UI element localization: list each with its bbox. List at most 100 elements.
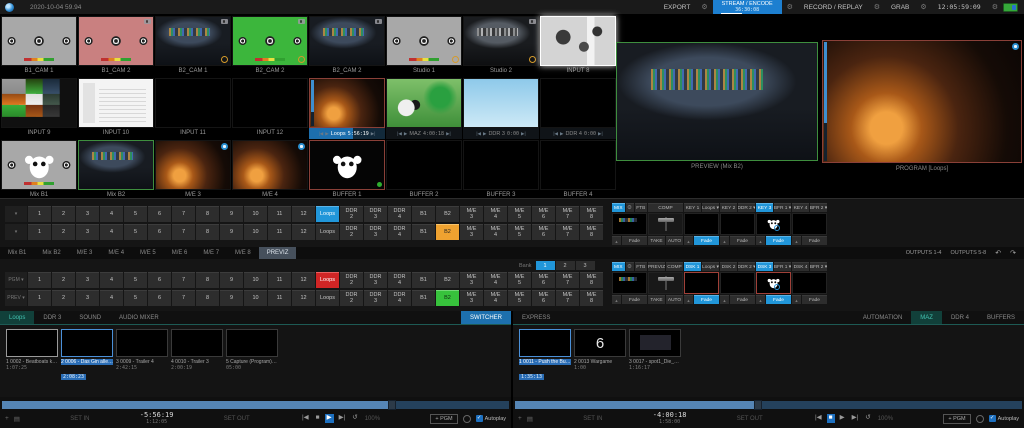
delegate-icon[interactable]: ▲	[792, 236, 801, 245]
speed-control[interactable]: 100%	[365, 416, 380, 422]
tab-m-e-6[interactable]: M/E 6	[164, 247, 196, 259]
source-button-b2[interactable]: B2	[436, 290, 459, 306]
source-button-ddr-4[interactable]: DDR4	[388, 272, 411, 288]
comp-button[interactable]: COMP	[666, 262, 683, 271]
fade-button[interactable]: Fade	[622, 236, 647, 245]
row-delegate-button[interactable]: ▾	[5, 224, 27, 240]
source-button-4[interactable]: 4	[100, 206, 123, 222]
keyer-button[interactable]: DSK 4	[792, 262, 809, 271]
source-button-6[interactable]: 6	[148, 272, 171, 288]
skip-back-icon[interactable]: |◀	[476, 131, 481, 137]
source-button-m-e-4[interactable]: M/E4	[484, 290, 507, 306]
auto-button[interactable]: AUTO	[666, 295, 683, 304]
media-transport-bar[interactable]: |◀▶MAZ4:00:18▶|	[386, 128, 462, 139]
tab-automation[interactable]: AUTOMATION	[854, 311, 911, 324]
source-button-2[interactable]: 2	[52, 272, 75, 288]
source-button-ddr-3[interactable]: DDR3	[364, 290, 387, 306]
source-button-b2[interactable]: B2	[436, 206, 459, 222]
source-button-8[interactable]: 8	[196, 206, 219, 222]
tab-m-e-7[interactable]: M/E 7	[195, 247, 227, 259]
source-button-3[interactable]: 3	[76, 206, 99, 222]
source-button-3[interactable]: 3	[76, 272, 99, 288]
source-button-ddr-4[interactable]: DDR4	[388, 290, 411, 306]
add-media-icon[interactable]: +	[518, 415, 522, 422]
source-button-m-e-3[interactable]: M/E3	[460, 224, 483, 240]
bank-button-2[interactable]: 2	[556, 261, 575, 270]
set-in-button[interactable]: SET IN	[583, 416, 602, 422]
loop-button[interactable]: ↺	[863, 414, 872, 423]
source-button-ddr-4[interactable]: DDR4	[388, 224, 411, 240]
media-monitor-maz[interactable]: |◀▶MAZ4:00:18▶|	[386, 78, 462, 140]
keyer-source-select[interactable]: DDR 2 ▾	[738, 262, 755, 271]
redo-icon[interactable]: ↷	[1010, 249, 1016, 257]
clip-1-0002-beatboats-kann-t-[interactable]: 1 0002 - Beatboats kann t...1:07:25	[6, 329, 58, 383]
source-button-m-e-8[interactable]: M/E8	[580, 290, 603, 306]
source-button-m-e-5[interactable]: M/E5	[508, 272, 531, 288]
source-button-4[interactable]: 4	[100, 290, 123, 306]
system-status-icon[interactable]	[1003, 3, 1018, 12]
tab-ddr-3[interactable]: DDR 3	[34, 311, 70, 324]
delegate-icon[interactable]: ▲	[612, 236, 621, 245]
tab-mix-b2[interactable]: Mix B2	[34, 247, 68, 259]
source-button-11[interactable]: 11	[268, 206, 291, 222]
tab-m-e-8[interactable]: M/E 8	[227, 247, 259, 259]
monitor-b2-cam-2[interactable]: B2_CAM 2	[232, 16, 308, 78]
keyer-button[interactable]: KEY 2	[720, 203, 737, 212]
source-button-4[interactable]: 4	[100, 224, 123, 240]
source-button-ddr-2[interactable]: DDR2	[340, 272, 363, 288]
keyer-source-select[interactable]: BFR 1 ▾	[774, 262, 791, 271]
stream-encode-button[interactable]: STREAM / ENCODE 36:30:08	[713, 0, 782, 14]
take-button[interactable]: TAKE	[648, 295, 665, 304]
keyer-source-select[interactable]: BFR 1 ▾	[774, 203, 791, 212]
tab-maz[interactable]: MAZ	[911, 311, 942, 324]
keyer-fade-button[interactable]: Fade	[802, 295, 827, 304]
source-button-m-e-8[interactable]: M/E8	[580, 206, 603, 222]
monitor-studio-1[interactable]: Studio 1	[386, 16, 462, 78]
source-button-b2[interactable]: B2	[436, 224, 459, 240]
skip-forward-icon[interactable]: ▶|	[521, 131, 526, 137]
delegate-icon[interactable]: ▲	[792, 295, 801, 304]
tab-audio-mixer[interactable]: AUDIO MIXER	[110, 311, 168, 324]
source-button-b2[interactable]: B2	[436, 272, 459, 288]
show-on-pgm-button[interactable]: + PGM	[943, 414, 970, 424]
source-button-m-e-5[interactable]: M/E5	[508, 290, 531, 306]
source-button-1[interactable]: 1	[28, 206, 51, 222]
keyer-fade-button[interactable]: Fade	[694, 236, 719, 245]
keyer-fade-button[interactable]: Fade	[730, 236, 755, 245]
play-icon[interactable]: ▶	[325, 131, 328, 137]
source-button-1[interactable]: 1	[28, 224, 51, 240]
play-button[interactable]: ▶	[325, 414, 334, 423]
source-button-10[interactable]: 10	[244, 290, 267, 306]
playlist-icon[interactable]: ▤	[527, 415, 533, 423]
source-button-10[interactable]: 10	[244, 206, 267, 222]
keyer-fade-button[interactable]: Fade	[766, 295, 791, 304]
monitor-mix-b2[interactable]: Mix B2	[78, 140, 154, 202]
skip-back-icon[interactable]: |◀	[397, 131, 402, 137]
media-monitor-ddr-3[interactable]: |◀▶DDR 30:00▶|	[463, 78, 539, 140]
outputs-1-4-button[interactable]: OUTPUTS 1-4	[906, 250, 942, 256]
source-button-4[interactable]: 4	[100, 272, 123, 288]
media-transport-bar[interactable]: |◀▶DDR 40:00▶|	[540, 128, 616, 139]
play-icon[interactable]: ▶	[560, 131, 563, 137]
stream-gear-icon[interactable]: ⚙	[787, 4, 793, 11]
autoplay-toggle[interactable]: ✓ Autoplay	[476, 415, 506, 422]
scrub-bar[interactable]	[515, 401, 1022, 409]
monitor-buffer-3[interactable]: BUFFER 3	[463, 140, 539, 202]
source-button-6[interactable]: 6	[148, 206, 171, 222]
scrub-handle[interactable]	[754, 400, 762, 410]
fade-button[interactable]: Fade	[622, 295, 647, 304]
row-delegate-button[interactable]: PGM ▾	[5, 272, 27, 288]
monitor-buffer-1[interactable]: BUFFER 1	[309, 140, 385, 202]
t-bar[interactable]	[648, 213, 683, 235]
bank-button-1[interactable]: 1	[536, 261, 555, 270]
clip-4-0010-trailer-3[interactable]: 4 0010 - Trailer 32:00:19	[171, 329, 223, 383]
monitor-b1-cam-2[interactable]: B1_CAM 2	[78, 16, 154, 78]
source-button-ddr-3[interactable]: DDR3	[364, 224, 387, 240]
auto-button[interactable]: AUTO	[666, 236, 683, 245]
keyer-fade-button[interactable]: Fade	[766, 236, 791, 245]
tab-m-e-5[interactable]: M/E 5	[132, 247, 164, 259]
source-button-ddr-2[interactable]: DDR2	[340, 206, 363, 222]
source-button-m-e-7[interactable]: M/E7	[556, 206, 579, 222]
tab-ddr-4[interactable]: DDR 4	[942, 311, 978, 324]
tab-previz[interactable]: PREVIZ	[259, 247, 297, 259]
